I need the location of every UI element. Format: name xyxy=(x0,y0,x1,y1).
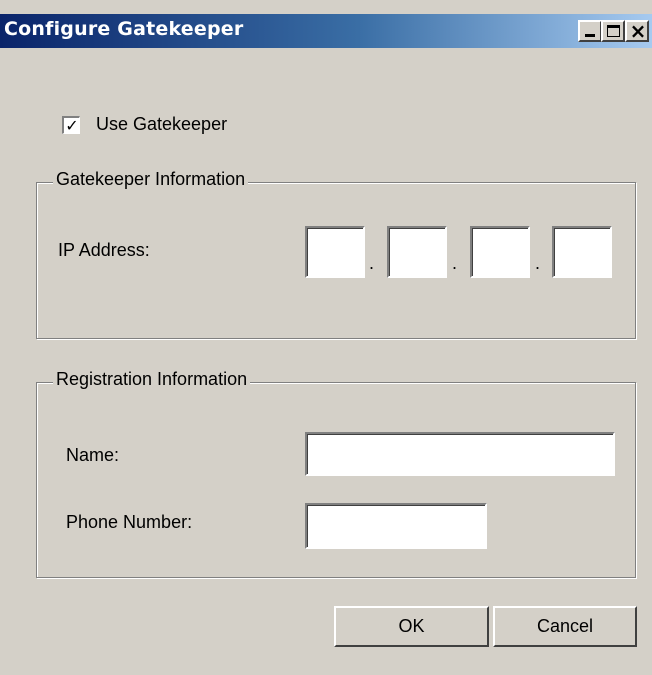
configure-gatekeeper-dialog: Configure Gatekeeper × ✓ Use Gatekeeper … xyxy=(0,0,652,675)
ip-octet-2-field[interactable] xyxy=(387,226,447,278)
ip-octet-1-field[interactable] xyxy=(305,226,365,278)
maximize-button[interactable] xyxy=(601,20,625,42)
close-icon: × xyxy=(629,19,647,43)
maximize-icon xyxy=(607,25,620,37)
minimize-button[interactable] xyxy=(578,20,602,42)
ip-separator-3: . xyxy=(535,253,541,273)
ok-button[interactable]: OK xyxy=(334,606,489,647)
phone-number-label: Phone Number: xyxy=(66,512,193,532)
minimize-icon xyxy=(585,34,595,37)
gatekeeper-information-legend: Gatekeeper Information xyxy=(53,169,249,190)
close-button[interactable]: × xyxy=(625,19,649,43)
phone-number-field[interactable] xyxy=(305,503,487,549)
use-gatekeeper-label: Use Gatekeeper xyxy=(96,114,228,134)
cancel-button[interactable]: Cancel xyxy=(493,606,637,647)
name-field[interactable] xyxy=(305,432,615,476)
ip-separator-1: . xyxy=(369,253,375,273)
window-title: Configure Gatekeeper xyxy=(4,18,244,40)
ip-octet-3-field[interactable] xyxy=(470,226,530,278)
ip-octet-4-field[interactable] xyxy=(552,226,612,278)
name-label: Name: xyxy=(66,445,120,465)
title-bar[interactable]: Configure Gatekeeper × xyxy=(0,14,652,48)
use-gatekeeper-checkbox[interactable]: ✓ xyxy=(62,116,80,135)
checkmark-icon: ✓ xyxy=(65,116,79,135)
ip-separator-2: . xyxy=(452,253,458,273)
registration-information-legend: Registration Information xyxy=(53,369,251,390)
ip-address-label: IP Address: xyxy=(58,240,150,260)
